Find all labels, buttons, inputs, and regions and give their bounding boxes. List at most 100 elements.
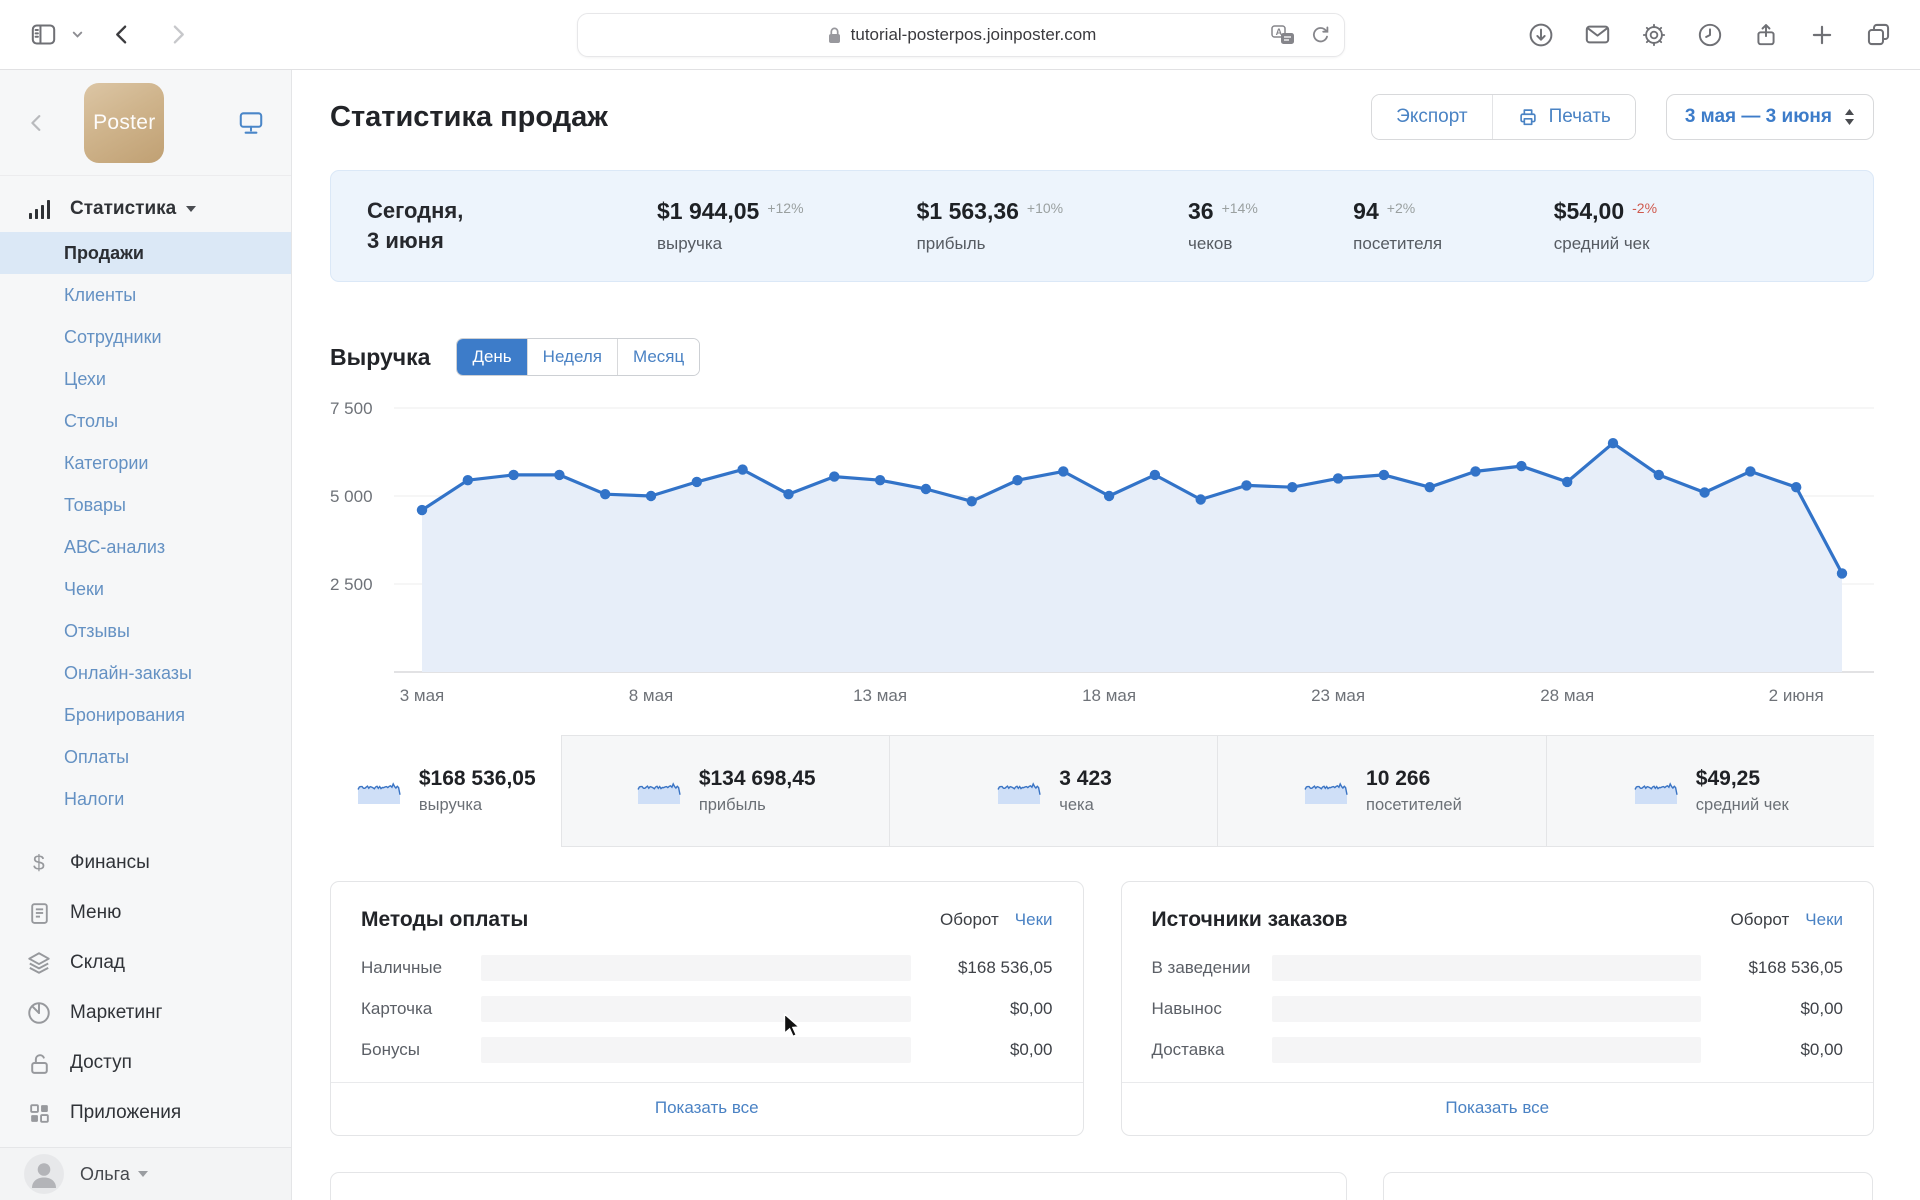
downloads-icon[interactable] (1528, 22, 1554, 48)
total-выручка[interactable]: $168 536,05выручка (330, 735, 561, 847)
bar-value: $168 536,05 (1701, 958, 1843, 978)
sidebar-section-склад[interactable]: Склад (0, 938, 291, 988)
total-чека[interactable]: 3 423чека (889, 735, 1217, 847)
toggle-оборот[interactable]: Оборот (940, 910, 999, 930)
history-icon[interactable] (1697, 22, 1723, 48)
total-value: $49,25 (1696, 767, 1789, 791)
bar-row-карточка: Карточка$0,00 (331, 993, 1083, 1025)
total-label: чека (1059, 796, 1112, 815)
back-icon[interactable] (110, 22, 135, 47)
poster-logo[interactable]: Poster (84, 83, 164, 163)
apps-icon (24, 1101, 54, 1126)
sidebar-item-налоги[interactable]: Налоги (0, 778, 291, 820)
bar-row-наличные: Наличные $168 536,05 (331, 952, 1083, 984)
tab-group-chevron-icon[interactable] (71, 28, 84, 41)
bar-value: $168 536,05 (911, 958, 1053, 978)
sidebar-logo-row: Poster (0, 70, 291, 176)
today-metric-выручка: $1 944,05+12%выручка (657, 198, 917, 254)
sidebar-item-категории[interactable]: Категории (0, 442, 291, 484)
show-all-link[interactable]: Показать все (1445, 1098, 1549, 1117)
total-value: 10 266 (1366, 767, 1462, 791)
sidebar-item-онлайн-заказы[interactable]: Онлайн-заказы (0, 652, 291, 694)
today-metric-посетителя: 94 +2% посетителя (1353, 198, 1554, 254)
export-button[interactable]: Экспорт (1372, 95, 1491, 139)
browser-toolbar-icons (1528, 21, 1892, 48)
sidebar-collapse-icon[interactable] (26, 112, 48, 134)
revenue-title: Выручка (330, 344, 430, 371)
sidebar-item-оплаты[interactable]: Оплаты (0, 736, 291, 778)
sidebar-section-приложения[interactable]: Приложения (0, 1088, 291, 1138)
svg-text:7 500: 7 500 (330, 399, 373, 418)
sidebar-item-цехи[interactable]: Цехи (0, 358, 291, 400)
metric-delta: -2% (1632, 200, 1657, 216)
date-range-select[interactable]: 3 мая — 3 июня (1666, 94, 1874, 140)
card-title: Методы оплаты (361, 908, 940, 932)
bar-track (481, 996, 911, 1022)
print-button[interactable]: Печать (1492, 95, 1635, 139)
sidebar-item-сотрудники[interactable]: Сотрудники (0, 316, 291, 358)
show-all-link[interactable]: Показать все (655, 1098, 759, 1117)
sidebar-item-бронирования[interactable]: Бронирования (0, 694, 291, 736)
sidebar-section-доступ[interactable]: Доступ (0, 1038, 291, 1088)
translate-icon[interactable]: A (1271, 25, 1295, 46)
bar-label: Бонусы (361, 1040, 481, 1060)
share-icon[interactable] (1753, 22, 1779, 48)
poster-logo-text: Poster (93, 111, 156, 135)
sidebar-toggle-icon[interactable] (30, 21, 57, 48)
metric-value: 94 (1353, 198, 1379, 225)
toggle-чеки[interactable]: Чеки (1015, 910, 1053, 930)
tab-месяц[interactable]: Месяц (617, 339, 699, 375)
bar-value: $0,00 (1701, 1040, 1843, 1060)
sidebar-section-меню[interactable]: Меню (0, 888, 291, 938)
reload-icon[interactable] (1309, 24, 1332, 47)
sidebar-item-statistics[interactable]: Статистика (0, 186, 291, 232)
svg-text:13 мая: 13 мая (853, 686, 907, 705)
main-content: Статистика продаж Экспорт Печать 3 мая —… (292, 70, 1920, 1200)
today-metric-чеков: 36+14%чеков (1188, 198, 1353, 254)
address-bar[interactable]: tutorial-posterpos.joinposter.com A (577, 13, 1345, 57)
sidebar-section-маркетинг[interactable]: Маркетинг (0, 988, 291, 1038)
svg-text:8 мая: 8 мая (629, 686, 674, 705)
bar-value: $0,00 (911, 1040, 1053, 1060)
metric-label: посетителя (1353, 234, 1554, 254)
metric-value: $54,00 (1554, 198, 1624, 225)
svg-text:5 000: 5 000 (330, 487, 373, 506)
toggle-оборот[interactable]: Оборот (1731, 910, 1790, 930)
sidebar-item-чеки[interactable]: Чеки (0, 568, 291, 610)
mail-icon[interactable] (1584, 21, 1611, 48)
sidebar-section-финансы[interactable]: $Финансы (0, 838, 291, 888)
bar-label: Наличные (361, 958, 481, 978)
sidebar-item-товары[interactable]: Товары (0, 484, 291, 526)
by-time-card: По времени 20 000 (330, 1172, 1347, 1200)
settings-icon[interactable] (1641, 22, 1667, 48)
sidebar-item-клиенты[interactable]: Клиенты (0, 274, 291, 316)
svg-text:2 июня: 2 июня (1769, 686, 1824, 705)
total-средний-чек[interactable]: $49,25 средний чек (1546, 735, 1874, 847)
sparkline-icon (355, 776, 403, 806)
sparkline-icon (995, 776, 1043, 806)
new-tab-icon[interactable] (1809, 22, 1835, 48)
metric-label: средний чек (1554, 234, 1837, 254)
toggle-чеки[interactable]: Чеки (1805, 910, 1843, 930)
user-menu[interactable]: Ольга (0, 1147, 291, 1200)
svg-text:2 500: 2 500 (330, 575, 373, 594)
metric-delta: +2% (1387, 200, 1415, 216)
sidebar-item-отзывы[interactable]: Отзывы (0, 610, 291, 652)
metric-delta: +14% (1222, 200, 1258, 216)
bar-label: Карточка (361, 999, 481, 1019)
bar-row-навынос: Навынос$0,00 (1122, 993, 1874, 1025)
tab-неделя[interactable]: Неделя (527, 339, 617, 375)
browser-chrome: tutorial-posterpos.joinposter.com A (0, 0, 1920, 70)
sidebar-item-продажи[interactable]: Продажи (0, 232, 291, 274)
total-label: средний чек (1696, 796, 1789, 815)
tab-день[interactable]: День (457, 339, 526, 375)
bar-value: $0,00 (1701, 999, 1843, 1019)
tab-overview-icon[interactable] (1865, 21, 1892, 48)
sidebar-item-авс-анализ[interactable]: АВС-анализ (0, 526, 291, 568)
forward-icon[interactable] (165, 22, 190, 47)
total-прибыль[interactable]: $134 698,45прибыль (561, 735, 889, 847)
pos-terminal-icon[interactable] (237, 109, 265, 137)
stock-icon (24, 950, 54, 976)
total-посетителей[interactable]: 10 266посетителей (1217, 735, 1545, 847)
sidebar-item-столы[interactable]: Столы (0, 400, 291, 442)
